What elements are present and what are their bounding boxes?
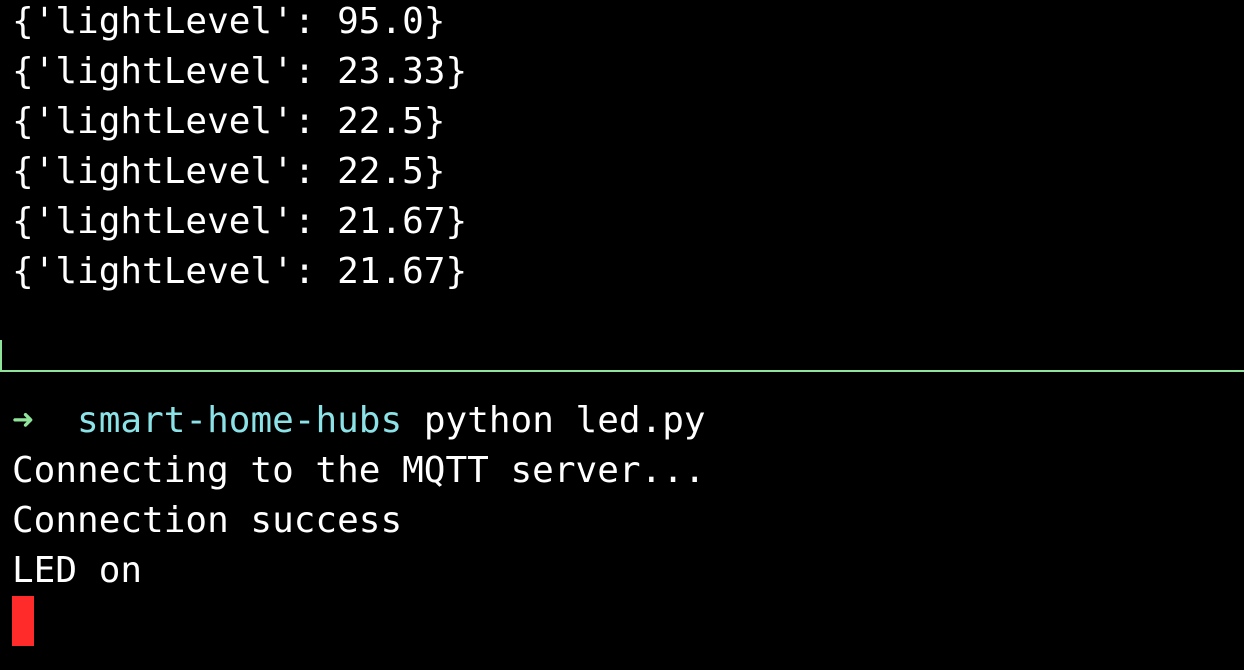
output-line: Connection success xyxy=(12,500,403,541)
output-line: Connecting to the MQTT server... xyxy=(12,450,706,491)
output-line: {'lightLevel': 95.0} xyxy=(12,1,446,42)
terminal-pane-top[interactable]: {'lightLevel': 95.0} {'lightLevel': 23.3… xyxy=(0,0,1244,370)
prompt-directory: smart-home-hubs xyxy=(77,400,403,441)
terminal-cursor[interactable] xyxy=(12,596,34,646)
output-line: {'lightLevel': 22.5} xyxy=(12,101,446,142)
output-line: {'lightLevel': 22.5} xyxy=(12,151,446,192)
prompt-line: ➜ smart-home-hubs python led.py xyxy=(12,396,706,446)
pane-border-left xyxy=(0,340,2,370)
output-line: {'lightLevel': 21.67} xyxy=(12,201,468,242)
output-line: {'lightLevel': 21.67} xyxy=(12,251,468,292)
output-line: LED on xyxy=(12,550,143,591)
terminal-pane-bottom[interactable]: ➜ smart-home-hubs python led.py Connecti… xyxy=(0,372,1244,670)
prompt-command: python led.py xyxy=(423,400,706,441)
prompt-arrow-icon: ➜ xyxy=(12,400,34,441)
output-line: {'lightLevel': 23.33} xyxy=(12,51,468,92)
